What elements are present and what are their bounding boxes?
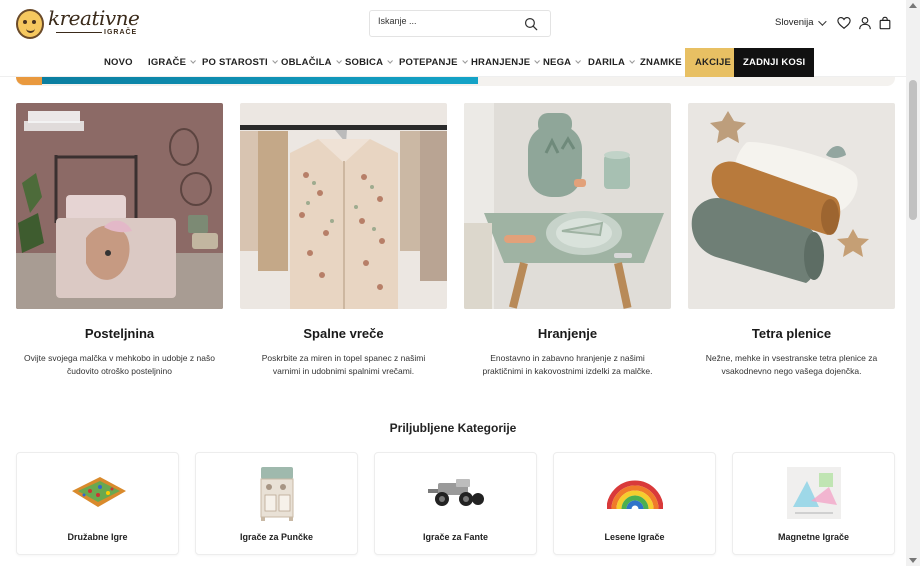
category-image[interactable] [688,103,895,309]
category-description: Enostavno in zabavno hranjenje z našimi … [482,353,653,376]
nav-item-sobica[interactable]: SOBICA [345,48,394,77]
logo-face-icon [16,9,44,39]
chevron-down-icon [629,58,636,64]
search-box [369,10,551,37]
nav-item-darila[interactable]: DARILA [588,48,636,77]
nav-item-nega[interactable]: NEGA [543,48,582,77]
category-title[interactable]: Posteljnina [16,326,223,341]
nav-item-hranjenje[interactable]: HRANJENJE [471,48,541,77]
scroll-up-arrow-icon[interactable] [909,3,917,8]
chevron-down-icon [190,58,197,64]
site-header: kreativne IGRAČE Slovenija [0,0,906,48]
category-title[interactable]: Spalne vreče [240,326,447,341]
category-description: Poskrbite za miren in topel spanec z naš… [261,353,426,376]
language-label: Slovenija [775,17,814,28]
category-card-posteljnina[interactable]: Posteljnina Ovijte svojega malčka v mehk… [16,103,223,376]
popular-category-druzabne-igre[interactable]: Družabne Igre [16,452,179,555]
play-kitchen-image [260,467,293,521]
hero-banner[interactable] [16,77,895,86]
language-selector[interactable]: Slovenija [775,16,827,28]
category-image[interactable] [16,103,223,309]
logo-subtitle: IGRAČE [104,29,138,36]
category-description: Ovijte svojega malčka v mehkobo in udobj… [24,353,215,376]
popular-category-lesene-igrace[interactable]: Lesene Igrače [553,452,716,555]
board-game-image [71,477,126,507]
category-card-tetra-plenice[interactable]: Tetra plenice Nežne, mehke in vsestransk… [688,103,895,376]
popular-categories-title: Priljubljene Kategorije [389,421,517,435]
nav-item-igrace[interactable]: IGRAČE [148,48,197,77]
nav-item-akcije[interactable]: AKCIJE [685,48,742,77]
category-image[interactable] [240,103,447,309]
category-card-hranjenje[interactable]: Hranjenje Enostavno in zabavno hranjenje… [464,103,671,376]
nav-item-znamke[interactable]: ZNAMKE [640,48,682,77]
site-logo[interactable]: kreativne IGRAČE [16,6,140,40]
nav-item-zadnji-kosi[interactable]: ZADNJI KOSI [734,48,815,77]
toy-truck-image [427,479,484,506]
main-navigation: NOVO IGRAČE PO STAROSTI OBLAČILA SOBICA … [0,48,906,77]
chevron-down-icon [272,58,278,64]
chevron-down-icon [461,58,468,64]
popular-category-igrace-za-puncke[interactable]: Igrače za Punčke [195,452,358,555]
chevron-down-icon [387,58,394,64]
category-card-spalne-vrece[interactable]: Spalne vreče Poskrbite za miren in topel… [240,103,447,376]
category-title[interactable]: Hranjenje [464,326,671,341]
wishlist-heart-icon[interactable] [837,16,851,30]
popular-category-igrace-za-fante[interactable]: Igrače za Fante [374,452,537,555]
popular-category-label: Lesene Igrače [604,532,665,542]
nav-item-potepanje[interactable]: POTEPANJE [399,48,468,77]
popular-category-magnetne-igrace[interactable]: Magnetne Igrače [732,452,895,555]
nav-item-po-starosti[interactable]: PO STAROSTI [202,48,278,77]
chevron-down-icon [575,58,582,64]
search-icon[interactable] [524,17,538,31]
popular-category-label: Magnetne Igrače [777,532,850,542]
popular-category-label: Družabne Igre [67,532,128,542]
chevron-down-icon [534,58,541,64]
search-input[interactable] [378,16,518,26]
popular-category-label: Igrače za Fante [422,532,489,542]
chevron-down-icon [335,58,342,64]
cart-bag-icon[interactable] [878,16,892,30]
nav-item-novo[interactable]: NOVO [104,48,133,77]
account-user-icon[interactable] [858,16,872,30]
rainbow-stacker-image [606,480,663,510]
category-description: Nežne, mehke in vsestranske tetra plenic… [705,353,878,376]
logo-wordmark: kreativne [48,6,140,30]
scroll-down-arrow-icon[interactable] [909,558,917,563]
magnetic-tiles-image [786,467,841,519]
scrollbar-thumb[interactable] [909,80,917,220]
category-image[interactable] [464,103,671,309]
chevron-down-icon [817,16,827,26]
category-title[interactable]: Tetra plenice [688,326,895,341]
popular-category-label: Igrače za Punčke [239,532,314,542]
nav-item-oblacila[interactable]: OBLAČILA [281,48,342,77]
page-scrollbar[interactable] [906,0,920,566]
